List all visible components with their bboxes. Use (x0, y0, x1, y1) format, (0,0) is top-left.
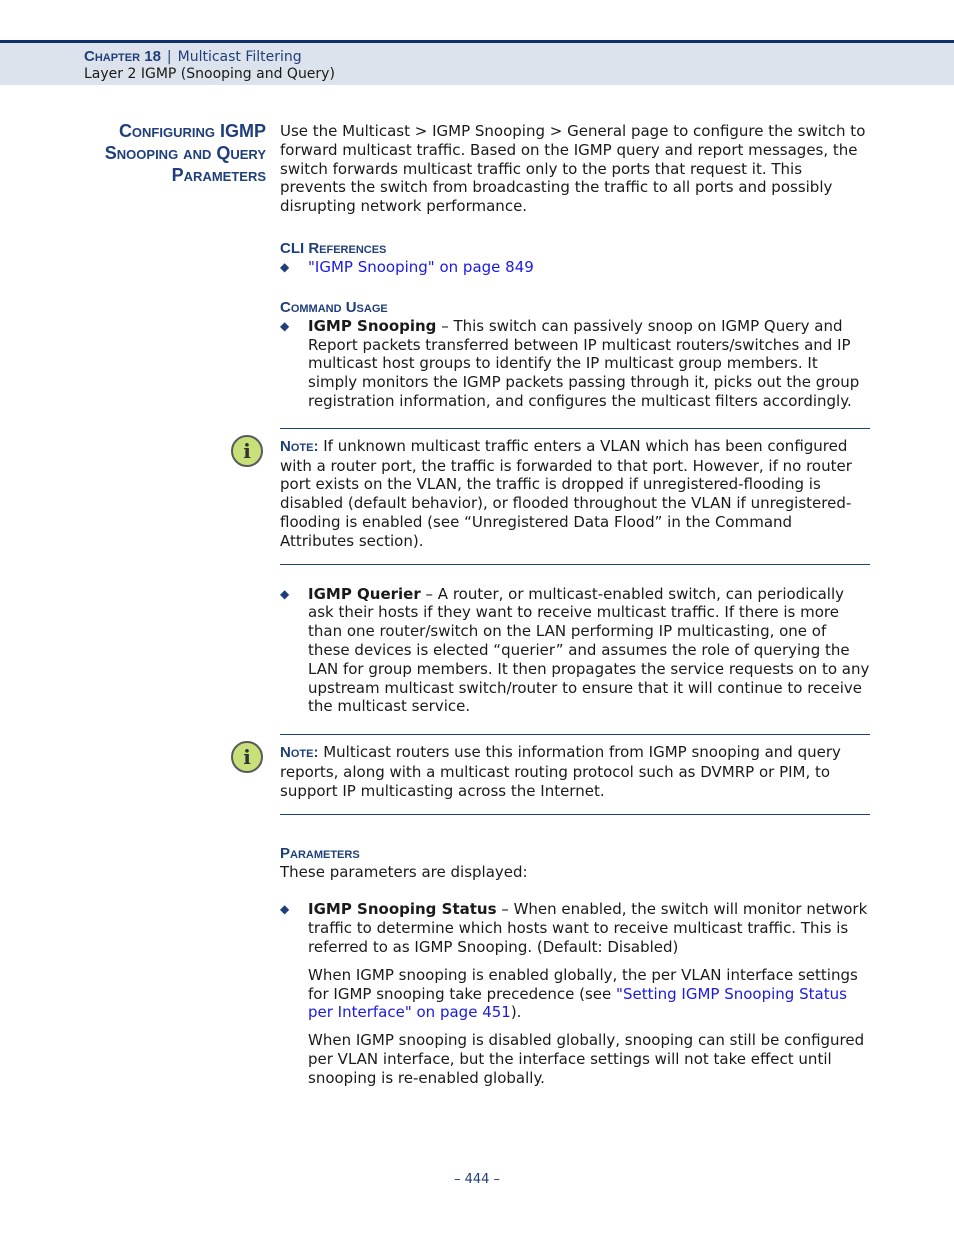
cli-references-heading: CLI References (280, 239, 387, 257)
diamond-bullet-icon: ◆ (280, 318, 290, 333)
igmp-snooping-bullet: ◆ IGMP Snooping – This switch can passiv… (280, 317, 870, 411)
bullet-text: – A router, or multicast-enabled switch,… (308, 584, 870, 716)
note-label: Note: (280, 744, 319, 762)
section-title: Layer 2 IGMP (Snooping and Query) (84, 66, 335, 82)
info-icon: i (231, 741, 263, 774)
igmp-querier-bullet: ◆ IGMP Querier – A router, or multicast-… (280, 585, 870, 717)
chapter-label: Chapter 18 (84, 48, 161, 65)
diamond-bullet-icon: ◆ (280, 902, 290, 917)
note-box: i Note: If unknown multicast traffic ent… (231, 427, 870, 565)
bullet-term: IGMP Snooping Status (308, 900, 497, 919)
disabled-globally-paragraph: When IGMP snooping is disabled globally,… (308, 1031, 865, 1087)
page-number: – 444 – (453, 1172, 501, 1187)
main-content: Use the Multicast > IGMP Snooping > Gene… (231, 122, 870, 1087)
enabled-globally-paragraph: When IGMP snooping is enabled globally, … (280, 966, 870, 1022)
cli-reference-link[interactable]: "IGMP Snooping" on page 849 (308, 258, 534, 276)
note-label: Note: (280, 437, 319, 455)
diamond-bullet-icon: ◆ (280, 259, 290, 274)
parameters-intro: These parameters are displayed: (280, 862, 528, 881)
cli-reference-item: ◆ "IGMP Snooping" on page 849 (280, 258, 870, 277)
info-icon: i (231, 434, 263, 467)
chapter-line: Chapter 18 | Multicast Filtering (84, 48, 302, 65)
note-text: If unknown multicast traffic enters a VL… (280, 436, 852, 550)
command-usage-heading: Command Usage (280, 298, 388, 316)
section-heading-line1: Configuring IGMP (118, 121, 266, 141)
section-heading-line2: Snooping and Query (104, 143, 266, 163)
section-heading-line3: Parameters (171, 165, 266, 185)
bullet-term: IGMP Snooping (308, 316, 437, 335)
chapter-title: Multicast Filtering (177, 49, 302, 65)
snooping-status-bullet: ◆ IGMP Snooping Status – When enabled, t… (280, 900, 870, 956)
note-box: i Note: Multicast routers use this infor… (231, 734, 870, 815)
note-text: Multicast routers use this information f… (280, 743, 841, 800)
running-header: Chapter 18 | Multicast Filtering Layer 2 I… (0, 40, 954, 85)
paragraph-text: ). (510, 1003, 522, 1022)
parameters-heading: Parameters (280, 844, 360, 862)
diamond-bullet-icon: ◆ (280, 586, 290, 601)
section-heading: Configuring IGMP Snooping and Query Para… (66, 120, 266, 186)
bullet-term: IGMP Querier (308, 584, 421, 603)
header-separator: | (166, 49, 172, 65)
intro-paragraph: Use the Multicast > IGMP Snooping > Gene… (280, 122, 866, 216)
